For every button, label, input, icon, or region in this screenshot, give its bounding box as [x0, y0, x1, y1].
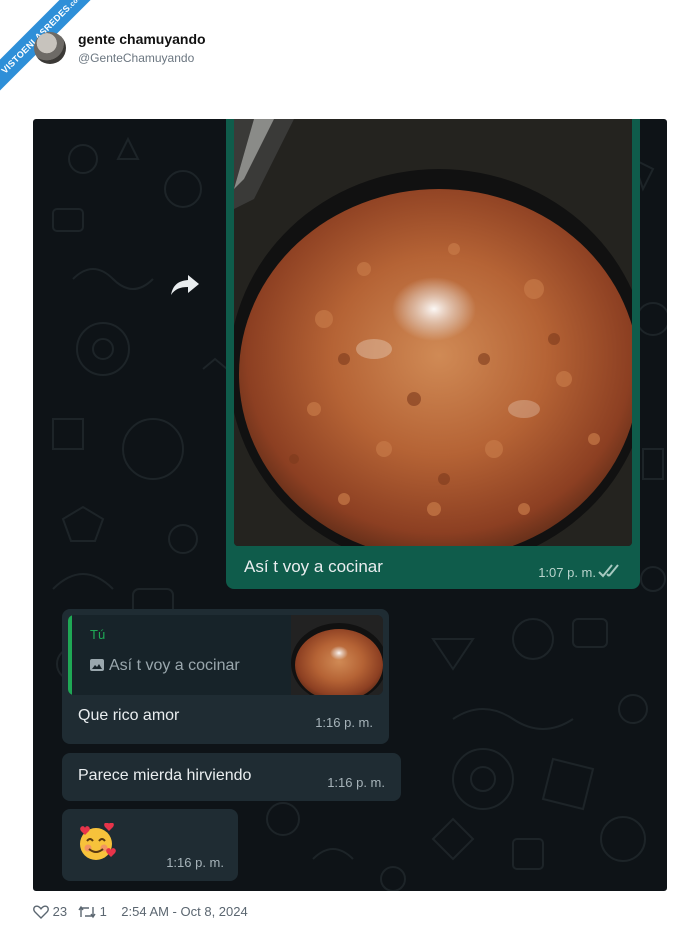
reply-timestamp: 1:16 p. m.	[315, 715, 373, 730]
forward-icon	[171, 275, 199, 295]
read-ticks-icon	[598, 564, 619, 578]
message-text: Parece mierda hirviendo	[78, 767, 252, 784]
retweet-count: 1	[99, 904, 107, 920]
quoted-message[interactable]: Tú Así t voy a cocinar	[68, 615, 383, 695]
message-timestamp: 1:16 p. m.	[327, 775, 385, 790]
heart-icon[interactable]	[33, 905, 49, 919]
sent-timestamp: 1:07 p. m.	[538, 565, 596, 580]
emoji-message-timestamp: 1:16 p. m.	[166, 855, 224, 870]
sent-caption: Así t voy a cocinar	[244, 557, 383, 576]
quoted-text: Así t voy a cocinar	[109, 657, 240, 674]
pan-of-sauce-image	[234, 119, 632, 546]
photo-icon	[90, 659, 104, 671]
author-handle[interactable]: @GenteChamuyando	[78, 51, 194, 65]
quoted-thumbnail	[291, 615, 383, 695]
retweet-icon[interactable]	[78, 905, 96, 919]
quote-accent-bar	[68, 615, 72, 695]
watermark-suffix: .com	[67, 0, 85, 10]
chat-screenshot: Así t voy a cocinar 1:07 p. m. Tú Así t …	[33, 119, 667, 891]
food-photo[interactable]	[234, 119, 632, 546]
smiling-face-with-hearts-icon	[80, 823, 116, 860]
reply-text: Que rico amor	[78, 707, 180, 724]
reply-message[interactable]: Tú Así t voy a cocinar Que rico amor 1:1…	[62, 609, 389, 744]
quoted-sender: Tú	[90, 627, 106, 642]
quoted-text-row: Así t voy a cocinar	[90, 657, 240, 675]
forward-button[interactable]	[169, 269, 201, 301]
avatar[interactable]	[34, 32, 66, 64]
emoji-message[interactable]: 1:16 p. m.	[62, 809, 238, 881]
received-message[interactable]: Parece mierda hirviendo 1:16 p. m.	[62, 753, 401, 801]
author-name[interactable]: gente chamuyando	[78, 31, 206, 47]
sent-image-message[interactable]: Así t voy a cocinar 1:07 p. m.	[226, 119, 640, 589]
tweet-footer: 23 1 2:54 AM - Oct 8, 2024	[33, 903, 248, 919]
like-count: 23	[52, 904, 68, 920]
tweet-timestamp[interactable]: 2:54 AM - Oct 8, 2024	[121, 904, 247, 919]
